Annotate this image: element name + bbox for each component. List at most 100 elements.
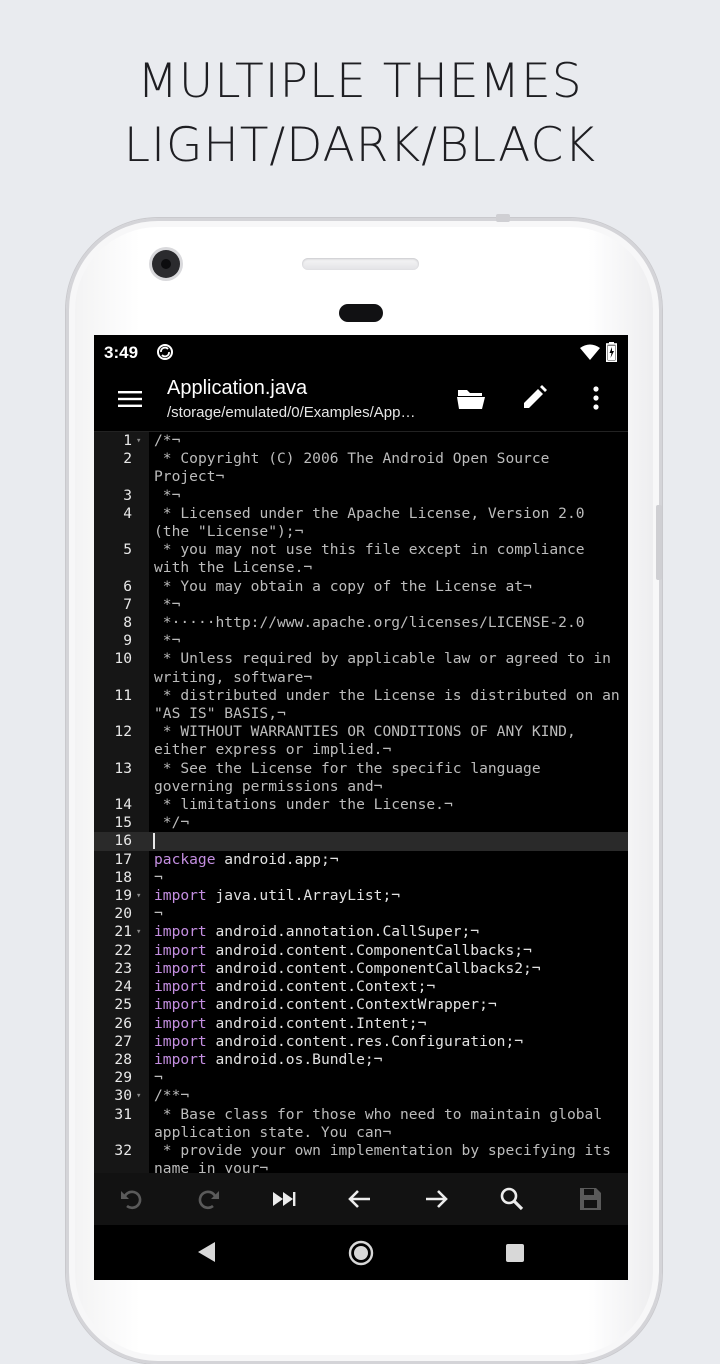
line-number: 5 xyxy=(123,541,132,559)
code-line[interactable]: 16 xyxy=(94,832,628,851)
code-text: *¬ xyxy=(154,596,624,614)
code-line[interactable]: 10 * Unless required by applicable law o… xyxy=(94,650,628,686)
code-content: *·····http://www.apache.org/licenses/LIC… xyxy=(154,614,585,632)
menu-icon[interactable] xyxy=(116,385,144,413)
code-line[interactable]: 32 * provide your own implementation by … xyxy=(94,1142,628,1174)
code-text: *¬ xyxy=(154,487,624,505)
fold-toggle-icon[interactable]: ▾ xyxy=(136,1087,146,1105)
code-line[interactable]: 25 import android.content.ContextWrapper;… xyxy=(94,996,628,1014)
code-line[interactable]: 24 import android.content.Context;¬ xyxy=(94,978,628,996)
code-line[interactable]: 13 * See the License for the specific la… xyxy=(94,760,628,796)
keyword: import xyxy=(154,959,207,977)
code-line[interactable]: 2 * Copyright (C) 2006 The Android Open … xyxy=(94,450,628,486)
home-icon[interactable] xyxy=(348,1240,374,1266)
screen: 3:49 Application.java /storage/emulated/… xyxy=(94,335,628,1280)
line-number: 11 xyxy=(114,686,132,704)
code-content: android.content.Context;¬ xyxy=(206,978,436,996)
code-text: */¬ xyxy=(154,814,624,832)
line-number: 27 xyxy=(114,1032,132,1050)
more-vert-icon[interactable] xyxy=(586,384,606,412)
code-text: *·····http://www.apache.org/licenses/LIC… xyxy=(154,614,624,632)
status-time: 3:49 xyxy=(104,343,139,362)
code-line[interactable]: 29 ¬ xyxy=(94,1069,628,1087)
line-number: 22 xyxy=(114,941,132,959)
line-number: 3 xyxy=(123,486,132,504)
code-text: * limitations under the License.¬ xyxy=(154,796,624,814)
headline-line-1: MULTIPLE THEMES xyxy=(137,54,583,109)
code-line[interactable]: 28 import android.os.Bundle;¬ xyxy=(94,1051,628,1069)
code-text: ¬ xyxy=(154,1069,624,1087)
code-content: android.content.ComponentCallbacks;¬ xyxy=(206,941,532,959)
code-line[interactable]: 4 * Licensed under the Apache License, V… xyxy=(94,505,628,541)
code-line[interactable]: 22 import android.content.ComponentCallba… xyxy=(94,942,628,960)
status-bar: 3:49 xyxy=(94,335,628,373)
line-number: 28 xyxy=(114,1050,132,1068)
back-icon[interactable] xyxy=(196,1241,216,1263)
front-camera xyxy=(152,250,180,278)
code-content xyxy=(154,832,163,849)
code-line[interactable]: 14 * limitations under the License.¬ xyxy=(94,796,628,814)
pencil-icon[interactable] xyxy=(520,384,548,412)
text-cursor xyxy=(153,833,155,850)
code-line[interactable]: 9 *¬ xyxy=(94,632,628,650)
code-line[interactable]: 1 ▾ /*¬ xyxy=(94,432,628,450)
code-text: *¬ xyxy=(154,632,624,650)
code-content: *¬ xyxy=(154,595,181,613)
code-line[interactable]: 15 */¬ xyxy=(94,814,628,832)
code-line[interactable]: 31 * Base class for those who need to ma… xyxy=(94,1106,628,1142)
line-number: 7 xyxy=(123,595,132,613)
code-text: import android.content.Intent;¬ xyxy=(154,1015,624,1033)
redo-icon[interactable] xyxy=(194,1185,222,1213)
code-editor[interactable]: 1 ▾/*¬ 2 * Copyright (C) 2006 The Android … xyxy=(94,431,628,1174)
keyword: import xyxy=(154,887,207,905)
line-number: 31 xyxy=(114,1105,132,1123)
code-line[interactable]: 19 ▾ import java.util.ArrayList;¬ xyxy=(94,887,628,905)
code-content: * Base class for those who need to maint… xyxy=(154,1105,611,1141)
recents-icon[interactable] xyxy=(505,1243,525,1263)
code-text: package android.app;¬ xyxy=(154,851,624,869)
code-line[interactable]: 5 * you may not use this file except in … xyxy=(94,541,628,577)
code-text: ¬ xyxy=(154,869,624,887)
code-line[interactable]: 8 *·····http://www.apache.org/licenses/L… xyxy=(94,614,628,632)
code-content: android.annotation.CallSuper;¬ xyxy=(206,923,480,941)
line-number: 13 xyxy=(114,759,132,777)
search-icon[interactable] xyxy=(498,1185,526,1213)
code-line[interactable]: 17 package android.app;¬ xyxy=(94,851,628,869)
line-number: 15 xyxy=(114,814,132,832)
code-line[interactable]: 26 import android.content.Intent;¬ xyxy=(94,1015,628,1033)
code-lines: 1 ▾/*¬ 2 * Copyright (C) 2006 The Android … xyxy=(94,432,628,1174)
code-content: android.content.res.Configuration;¬ xyxy=(206,1032,524,1050)
code-line[interactable]: 30 ▾ /**¬ xyxy=(94,1087,628,1105)
keyword: import xyxy=(154,941,207,959)
code-line[interactable]: 12 * WITHOUT WARRANTIES OR CONDITIONS OF… xyxy=(94,723,628,759)
folder-open-icon[interactable] xyxy=(456,385,486,413)
code-text: * you may not use this file except in co… xyxy=(154,541,624,577)
code-line[interactable]: 27 import android.content.res.Configurati… xyxy=(94,1033,628,1051)
code-line[interactable]: 11 * distributed under the License is di… xyxy=(94,687,628,723)
keyword: import xyxy=(154,978,207,996)
fold-toggle-icon[interactable]: ▾ xyxy=(136,432,146,450)
code-line[interactable]: 3 *¬ xyxy=(94,487,628,505)
code-line[interactable]: 6 * You may obtain a copy of the License… xyxy=(94,578,628,596)
code-content: /*¬ xyxy=(154,432,181,449)
code-line[interactable]: 23 import android.content.ComponentCallba… xyxy=(94,960,628,978)
undo-icon[interactable] xyxy=(118,1185,146,1213)
fast-forward-icon[interactable] xyxy=(270,1185,298,1213)
arrow-left-icon[interactable] xyxy=(346,1185,374,1213)
arrow-right-icon[interactable] xyxy=(422,1185,450,1213)
line-number: 24 xyxy=(114,978,132,996)
code-line[interactable]: 20 ¬ xyxy=(94,905,628,923)
keyword: package xyxy=(154,850,216,868)
code-content: *¬ xyxy=(154,486,181,504)
code-content: android.os.Bundle;¬ xyxy=(206,1050,383,1068)
code-line[interactable]: 7 *¬ xyxy=(94,596,628,614)
code-content: */¬ xyxy=(154,814,190,832)
fold-toggle-icon[interactable]: ▾ xyxy=(136,887,146,905)
code-line[interactable]: 21 ▾ import android.annotation.CallSuper;¬ xyxy=(94,923,628,941)
code-line[interactable]: 18 ¬ xyxy=(94,869,628,887)
file-path: /storage/emulated/0/Examples/App… xyxy=(167,404,416,421)
fold-toggle-icon[interactable]: ▾ xyxy=(136,923,146,941)
code-text: /*¬ xyxy=(154,432,624,450)
code-content: * limitations under the License.¬ xyxy=(154,796,453,814)
save-icon[interactable] xyxy=(576,1185,604,1213)
